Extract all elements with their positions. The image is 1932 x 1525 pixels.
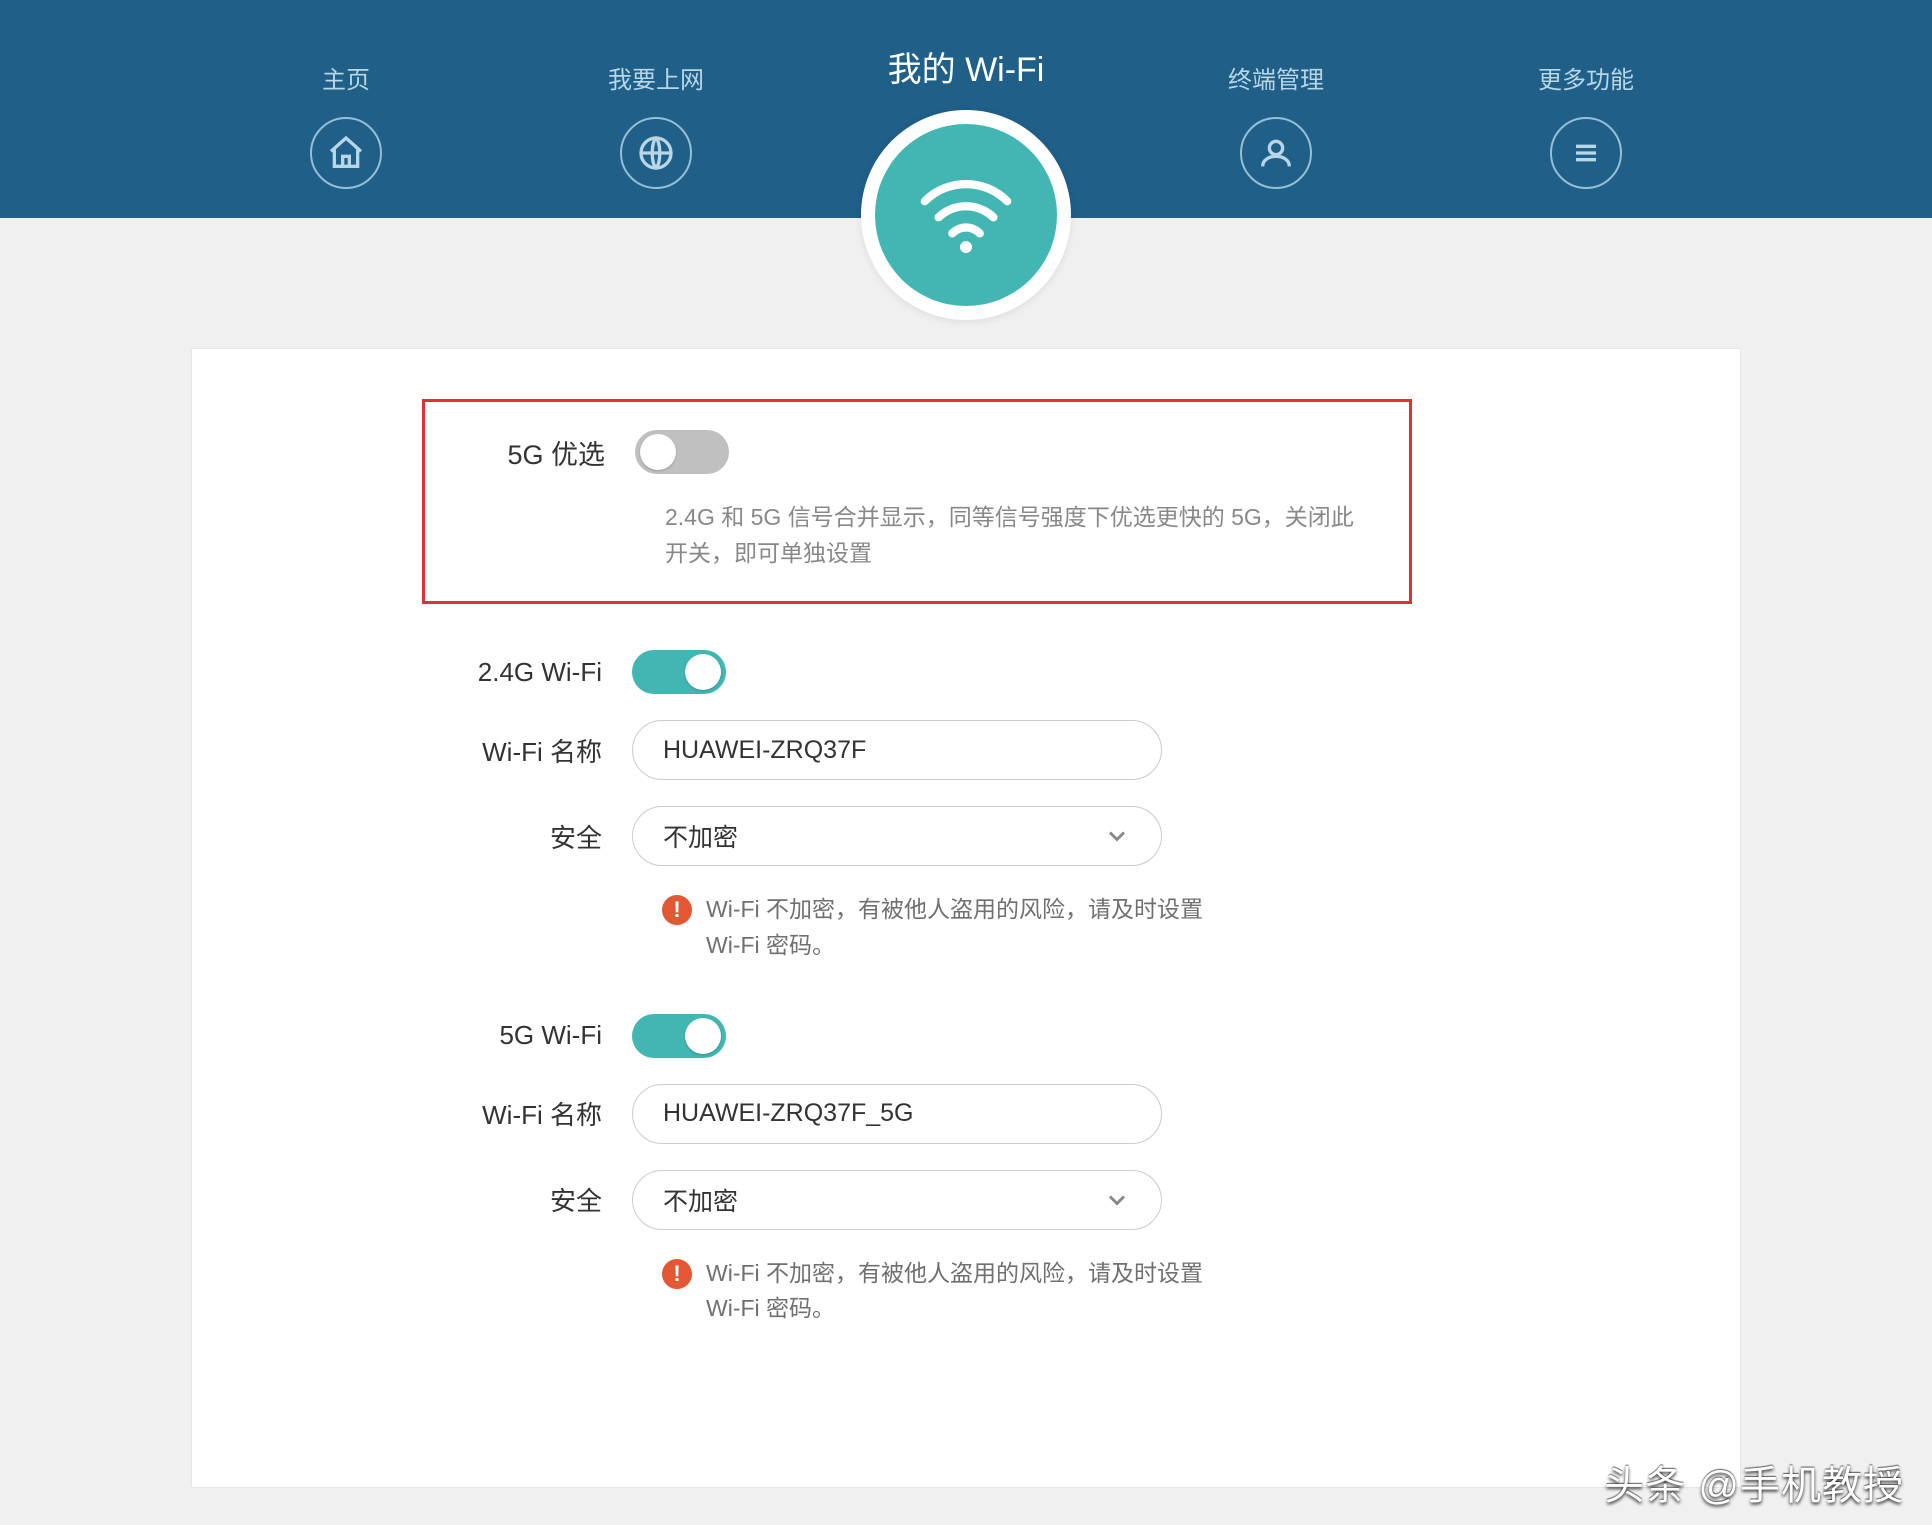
- input-5g-name[interactable]: [632, 1084, 1162, 1144]
- warning-5g-text: Wi-Fi 不加密，有被他人盗用的风险，请及时设置 Wi-Fi 密码。: [706, 1256, 1222, 1327]
- label-5g-name: Wi-Fi 名称: [272, 1095, 632, 1132]
- label-5g-wifi: 5G Wi-Fi: [272, 1020, 632, 1051]
- nav-devices-label: 终端管理: [1228, 60, 1324, 95]
- toggle-5g-wifi[interactable]: [632, 1014, 726, 1058]
- watermark: 头条 @手机教授: [1604, 1453, 1904, 1511]
- chevron-down-icon: [1103, 1186, 1131, 1214]
- input-24g-name[interactable]: [632, 720, 1162, 780]
- label-24g-wifi: 2.4G Wi-Fi: [272, 657, 632, 688]
- wifi-icon: [875, 124, 1057, 306]
- select-5g-security-value: 不加密: [663, 1182, 738, 1218]
- toggle-5g-pref[interactable]: [635, 430, 729, 474]
- warning-icon: !: [662, 1259, 692, 1289]
- nav-wifi-active[interactable]: [861, 110, 1071, 320]
- highlight-5g-preference: 5G 优选 2.4G 和 5G 信号合并显示，同等信号强度下优选更快的 5G，关…: [422, 399, 1412, 604]
- nav-home[interactable]: 主页: [286, 60, 406, 189]
- chevron-down-icon: [1103, 822, 1131, 850]
- nav-more-label: 更多功能: [1538, 60, 1634, 95]
- toggle-24g-wifi[interactable]: [632, 650, 726, 694]
- label-5g-pref: 5G 优选: [465, 433, 635, 472]
- label-24g-security: 安全: [272, 818, 632, 855]
- page-title: 我的 Wi-Fi: [888, 42, 1045, 91]
- menu-icon: [1550, 117, 1622, 189]
- nav-devices[interactable]: 终端管理: [1216, 60, 1336, 189]
- warning-24g: ! Wi-Fi 不加密，有被他人盗用的风险，请及时设置 Wi-Fi 密码。: [662, 892, 1222, 963]
- top-nav-bar: 我的 Wi-Fi 主页 我要上网 . 终端管理 更多功能: [0, 0, 1932, 218]
- select-5g-security[interactable]: 不加密: [632, 1170, 1162, 1230]
- home-icon: [310, 117, 382, 189]
- warning-5g: ! Wi-Fi 不加密，有被他人盗用的风险，请及时设置 Wi-Fi 密码。: [662, 1256, 1222, 1327]
- user-icon: [1240, 117, 1312, 189]
- warning-icon: !: [662, 895, 692, 925]
- desc-5g-pref: 2.4G 和 5G 信号合并显示，同等信号强度下优选更快的 5G，关闭此开关，即…: [665, 500, 1365, 571]
- select-24g-security-value: 不加密: [663, 818, 738, 854]
- select-24g-security[interactable]: 不加密: [632, 806, 1162, 866]
- nav-internet[interactable]: 我要上网: [596, 60, 716, 189]
- nav-internet-label: 我要上网: [608, 60, 704, 95]
- settings-panel: 5G 优选 2.4G 和 5G 信号合并显示，同等信号强度下优选更快的 5G，关…: [191, 348, 1741, 1488]
- label-5g-security: 安全: [272, 1181, 632, 1218]
- globe-icon: [620, 117, 692, 189]
- warning-24g-text: Wi-Fi 不加密，有被他人盗用的风险，请及时设置 Wi-Fi 密码。: [706, 892, 1222, 963]
- label-24g-name: Wi-Fi 名称: [272, 732, 632, 769]
- nav-home-label: 主页: [322, 60, 370, 95]
- nav-more[interactable]: 更多功能: [1526, 60, 1646, 189]
